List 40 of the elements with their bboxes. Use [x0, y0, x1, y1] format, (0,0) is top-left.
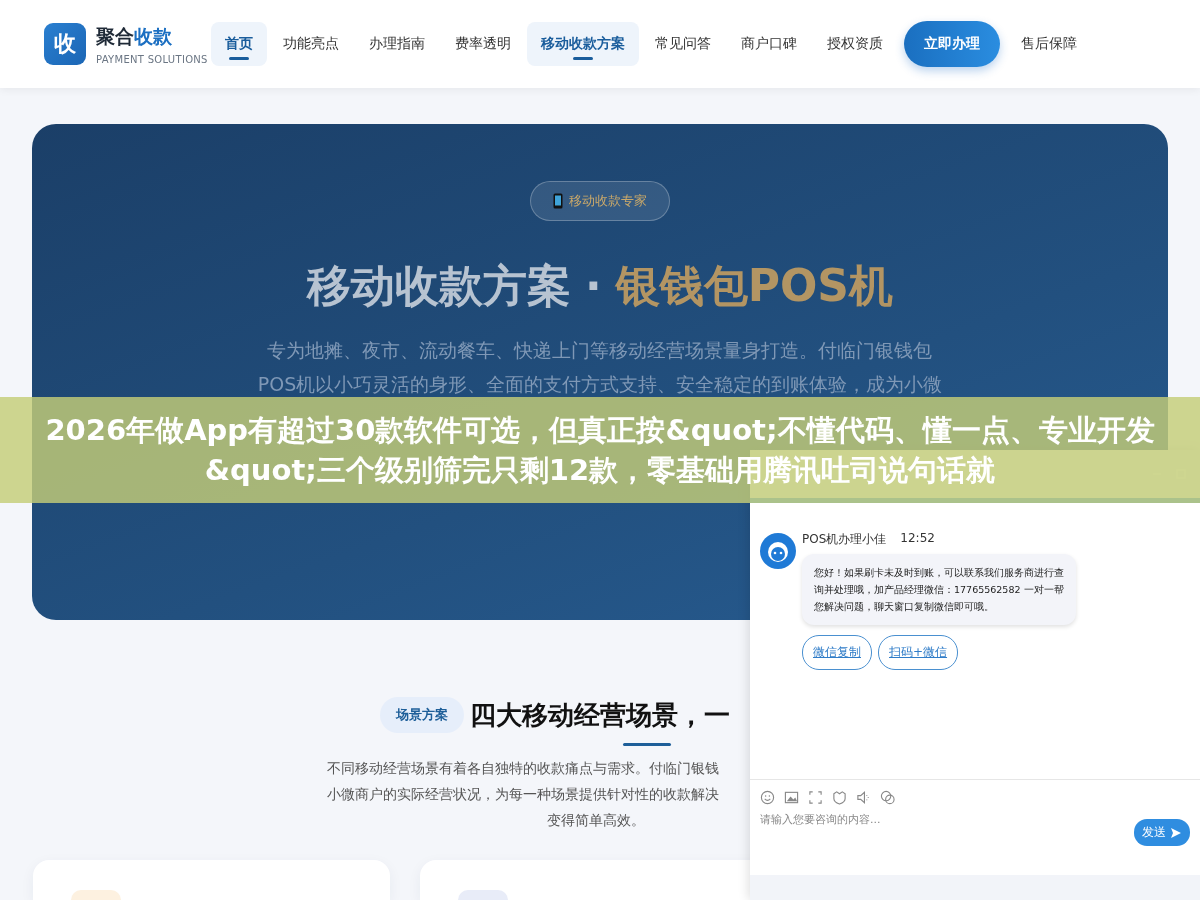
agent-avatar: [760, 533, 796, 569]
message-bubble: 您好！如果刷卡未及时到账，可以联系我们服务商进行查询并处理哦，加产品经理微信：17765562582 一对一帮您解决问题，聊天窗口复制微信即可哦。: [802, 554, 1076, 625]
hero-description: POS机以小巧灵活的身形、全面的支付方式支持、安全稳定的到账体验，成为小微: [257, 372, 943, 397]
hero-description: 专为地摊、夜市、流动餐车、快递上门等移动经营场景量身打造。付临门银钱包: [267, 338, 933, 363]
screenshot-icon[interactable]: [808, 790, 823, 805]
hero-badge: 移动收款专家: [530, 181, 670, 221]
speaker-icon[interactable]: [856, 790, 871, 805]
nav-link[interactable]: 授权资质: [812, 22, 897, 66]
nav-link[interactable]: 功能亮点: [268, 22, 353, 66]
message-input[interactable]: 请输入您要咨询的内容...: [760, 805, 1134, 834]
section-description: 不同移动经营场景有着各自独特的收款痛点与需求。付临门银钱: [327, 759, 719, 778]
quick-reply-button[interactable]: 微信复制: [802, 635, 872, 670]
send-button[interactable]: 发送: [1134, 819, 1190, 846]
nav-link[interactable]: 首页: [210, 22, 267, 66]
nav-link[interactable]: 办理指南: [354, 22, 439, 66]
section-description: 变得简单高效。: [547, 811, 645, 830]
nav-link[interactable]: 常见问答: [640, 22, 725, 66]
message-time: 12:52: [900, 531, 935, 547]
nav-link[interactable]: 移动收款方案: [526, 22, 639, 66]
section-description: 小微商户的实际经营状况，为每一种场景提供针对性的收款解决: [327, 785, 719, 804]
hero-title: 移动收款方案 · 银钱包POS机: [306, 259, 894, 313]
chat-bubbles-icon[interactable]: [880, 790, 895, 805]
logo-icon: 收: [44, 23, 86, 65]
image-icon[interactable]: [784, 790, 799, 805]
brand-tagline: PAYMENT SOLUTIONS: [96, 53, 208, 65]
shield-icon[interactable]: [832, 790, 847, 805]
nav-link[interactable]: 费率透明: [440, 22, 525, 66]
brand-name: 聚合收款: [96, 23, 173, 49]
apply-button[interactable]: 立即办理: [903, 21, 1000, 67]
section-heading: 四大移动经营场景，一: [470, 698, 730, 732]
nav-link[interactable]: 售后保障: [1006, 22, 1091, 66]
send-icon: [1170, 826, 1182, 839]
section-tag: 场景方案: [380, 697, 464, 733]
agent-name: POS机办理小佳: [802, 531, 887, 548]
overlay-caption: 2026年做App有超过30款软件可选，但真正按&quot;不懂代码、懂一点、专业开发&quot;三个级别筛完只剩12款，零基础用腾讯吐司说句话就: [44, 412, 1156, 489]
nav-link[interactable]: 商户口碑: [726, 22, 811, 66]
quick-reply-button[interactable]: 扫码+微信: [878, 635, 959, 670]
emoji-icon[interactable]: [760, 790, 775, 805]
card-icon: [71, 890, 121, 900]
phone-icon: [553, 193, 563, 209]
